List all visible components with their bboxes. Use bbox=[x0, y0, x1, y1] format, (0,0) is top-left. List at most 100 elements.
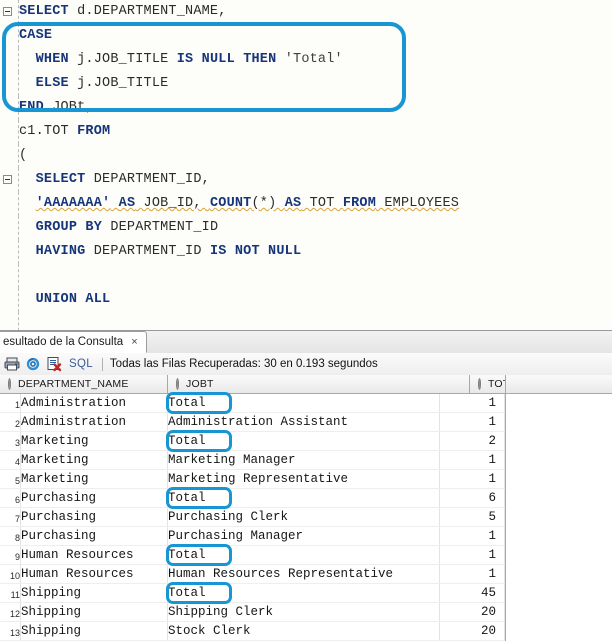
cell-department-name[interactable]: Shipping bbox=[21, 603, 167, 621]
cell-jobt[interactable]: Administration Assistant bbox=[168, 413, 468, 431]
cell-tot[interactable]: 20 bbox=[440, 622, 503, 640]
column-header-tot[interactable]: TOT bbox=[470, 375, 506, 393]
cell-department-name[interactable]: Purchasing bbox=[21, 527, 167, 545]
code-token: AS bbox=[284, 196, 302, 211]
result-tabbar: esultado de la Consulta × bbox=[0, 331, 612, 354]
cell-tot[interactable]: 1 bbox=[440, 470, 503, 488]
column-sort-icon[interactable] bbox=[474, 378, 485, 390]
cell-department-name[interactable]: Marketing bbox=[21, 432, 167, 450]
cell-department-name[interactable]: Shipping bbox=[21, 584, 167, 602]
gutter-line bbox=[0, 120, 19, 144]
code-line: END JOBt, bbox=[19, 96, 612, 120]
cell-department-name[interactable]: Human Resources bbox=[21, 546, 167, 564]
cell-jobt[interactable]: Shipping Clerk bbox=[168, 603, 468, 621]
cell-tot[interactable]: 1 bbox=[440, 565, 503, 583]
sql-editor[interactable]: SELECT d.DEPARTMENT_NAME, CASE WHEN j.JOB… bbox=[0, 0, 612, 330]
cell-department-name[interactable]: Marketing bbox=[21, 451, 167, 469]
cell-tot[interactable]: 1 bbox=[440, 451, 503, 469]
code-line: ELSE j.JOB_TITLE bbox=[19, 72, 612, 96]
code-token: 'Total' bbox=[276, 52, 343, 67]
column-header-department-name[interactable]: DEPARTMENT_NAME bbox=[0, 375, 168, 393]
cell-jobt[interactable]: Total bbox=[168, 489, 468, 507]
column-sort-icon[interactable] bbox=[4, 378, 15, 390]
column-header-label: JOBT bbox=[186, 378, 214, 390]
cell-jobt[interactable]: Purchasing Manager bbox=[168, 527, 468, 545]
gutter-line bbox=[0, 144, 19, 168]
row-number: 11 bbox=[10, 590, 20, 600]
cell-department-name[interactable]: Human Resources bbox=[21, 565, 167, 583]
code-token: UNION ALL bbox=[35, 292, 111, 307]
cell-tot[interactable]: 1 bbox=[440, 413, 503, 431]
printer-icon[interactable] bbox=[3, 355, 21, 373]
code-fold-icon[interactable] bbox=[3, 175, 12, 184]
code-token: JOB_ID, bbox=[135, 196, 210, 211]
gutter-line bbox=[0, 96, 19, 120]
row-number: 5 bbox=[14, 476, 20, 486]
cell-jobt[interactable]: Purchasing Clerk bbox=[168, 508, 468, 526]
code-token: DEPARTMENT_ID, bbox=[85, 172, 210, 187]
cell-jobt[interactable]: Total bbox=[168, 584, 468, 602]
code-token: THEN bbox=[243, 52, 277, 67]
code-token: j.JOB_TITLE bbox=[68, 76, 169, 91]
cell-jobt[interactable]: Total bbox=[168, 432, 468, 450]
cell-tot[interactable]: 1 bbox=[440, 394, 503, 412]
cell-department-name[interactable]: Purchasing bbox=[21, 489, 167, 507]
cell-tot[interactable]: 45 bbox=[440, 584, 503, 602]
code-token: ELSE bbox=[35, 76, 69, 91]
cell-jobt[interactable]: Total bbox=[168, 546, 468, 564]
code-token: c1.TOT bbox=[19, 124, 78, 139]
code-line: 'AAAAAAA' AS JOB_ID, COUNT(*) AS TOT FRO… bbox=[19, 192, 612, 216]
column-header-label: TOT bbox=[488, 378, 505, 390]
code-line: c1.TOT FROM bbox=[19, 120, 612, 144]
refresh-icon[interactable] bbox=[24, 355, 42, 373]
cell-tot[interactable]: 1 bbox=[440, 546, 503, 564]
close-icon[interactable]: × bbox=[131, 336, 137, 348]
gutter-line bbox=[0, 288, 19, 312]
cell-jobt[interactable]: Stock Clerk bbox=[168, 622, 468, 640]
tab-query-result[interactable]: esultado de la Consulta × bbox=[0, 331, 147, 353]
gutter-line bbox=[0, 0, 19, 24]
column-header-jobt[interactable]: JOBT bbox=[168, 375, 470, 393]
cell-tot[interactable]: 20 bbox=[440, 603, 503, 621]
code-token: IS NOT NULL bbox=[209, 244, 302, 259]
cell-tot[interactable]: 6 bbox=[440, 489, 503, 507]
code-token: IS bbox=[176, 52, 194, 67]
cell-jobt[interactable]: Marketing Representative bbox=[168, 470, 468, 488]
sql-code-area[interactable]: SELECT d.DEPARTMENT_NAME, CASE WHEN j.JOB… bbox=[19, 0, 612, 330]
tab-label: esultado de la Consulta bbox=[3, 336, 124, 348]
cell-department-name[interactable]: Administration bbox=[21, 394, 167, 412]
cell-tot[interactable]: 1 bbox=[440, 527, 503, 545]
code-token: FROM bbox=[77, 124, 111, 139]
row-number: 7 bbox=[14, 514, 20, 524]
editor-gutter[interactable] bbox=[0, 0, 19, 330]
code-token: AS bbox=[118, 196, 136, 211]
cancel-query-icon[interactable] bbox=[45, 355, 63, 373]
column-sort-icon[interactable] bbox=[172, 378, 183, 390]
cell-department-name[interactable]: Marketing bbox=[21, 470, 167, 488]
code-token: DEPARTMENT_ID bbox=[102, 220, 219, 235]
toolbar-separator bbox=[101, 357, 103, 371]
gutter-line bbox=[0, 312, 19, 330]
code-line: HAVING DEPARTMENT_ID IS NOT NULL bbox=[19, 240, 612, 264]
code-token: COUNT bbox=[209, 196, 252, 211]
cell-jobt[interactable]: Marketing Manager bbox=[168, 451, 468, 469]
cell-department-name[interactable]: Administration bbox=[21, 413, 167, 431]
cell-tot[interactable]: 2 bbox=[440, 432, 503, 450]
cell-department-name[interactable]: Purchasing bbox=[21, 508, 167, 526]
result-grid[interactable]: DEPARTMENT_NAMEJOBTTOT 1AdministrationTo… bbox=[0, 375, 612, 641]
gutter-line bbox=[0, 24, 19, 48]
cell-tot[interactable]: 5 bbox=[440, 508, 503, 526]
code-token: d.DEPARTMENT_NAME, bbox=[68, 4, 227, 19]
code-token: 'AAAAAAA' bbox=[35, 196, 111, 211]
gutter-line bbox=[0, 216, 19, 240]
cell-jobt[interactable]: Human Resources Representative bbox=[168, 565, 468, 583]
code-fold-icon[interactable] bbox=[3, 7, 12, 16]
cell-department-name[interactable]: Shipping bbox=[21, 622, 167, 640]
row-number: 8 bbox=[14, 533, 20, 543]
cell-jobt[interactable]: Total bbox=[168, 394, 468, 412]
gutter-line bbox=[0, 264, 19, 288]
